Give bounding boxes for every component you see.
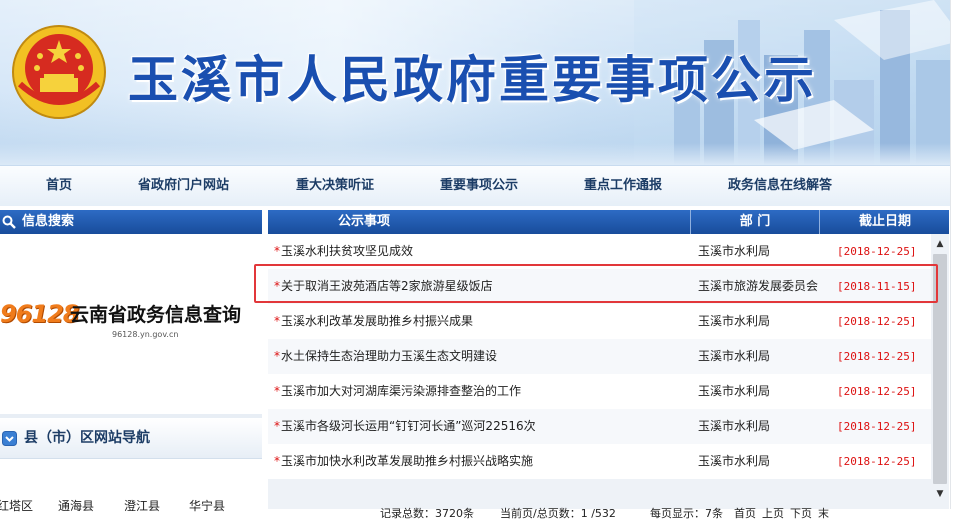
required-star: * — [274, 454, 280, 468]
logo-url: 96128.yn.gov.cn — [112, 330, 179, 339]
notice-date: [2018-12-25] — [837, 315, 917, 328]
site-banner: 玉溪市人民政府重要事项公示 — [0, 0, 964, 165]
yn-gov-info-query-link[interactable]: 96128 云南省政务信息查询 96128.yn.gov.cn — [0, 300, 262, 350]
table-row: * 玉溪市各级河长运用“钉钉河长通”巡河22516次 玉溪市水利局 [2018-… — [268, 409, 931, 444]
nav-item-public-notice[interactable]: 重要事项公示 — [440, 166, 518, 206]
nav-item-provincial-portal[interactable]: 省政府门户网站 — [138, 166, 229, 206]
notice-date: [2018-12-25] — [837, 455, 917, 468]
notice-date: [2018-12-25] — [837, 385, 917, 398]
notice-date: [2018-12-25] — [837, 350, 917, 363]
table-row: * 玉溪市加大对河湖库渠污染源排查整治的工作 玉溪市水利局 [2018-12-2… — [268, 374, 931, 409]
nav-item-online-answers[interactable]: 政务信息在线解答 — [728, 166, 832, 206]
notice-dept: 玉溪市水利局 — [698, 419, 771, 433]
notice-date: [2018-12-25] — [837, 420, 917, 433]
county-nav-header: 县（市）区网站导航 — [0, 418, 262, 459]
county-link-huaning[interactable]: 华宁县 — [189, 497, 225, 514]
info-search-title: 信息搜索 — [22, 214, 75, 229]
table-row: * 水土保持生态治理助力玉溪生态文明建设 玉溪市水利局 [2018-12-25] — [268, 339, 931, 374]
pager-next-link[interactable]: 下页 — [790, 504, 812, 524]
pager-last-link[interactable]: 末 — [818, 504, 829, 524]
table-row: * 玉溪市加快水利改革发展助推乡村振兴战略实施 玉溪市水利局 [2018-12-… — [268, 444, 931, 479]
banner-title: 玉溪市人民政府重要事项公示 — [128, 50, 817, 109]
header-date: 截止日期 — [819, 210, 950, 234]
chevron-down-icon — [2, 431, 17, 446]
info-search-header: 信息搜索 — [0, 210, 262, 234]
left-sidebar: 信息搜索 96128 云南省政务信息查询 96128.yn.gov.cn 县（市… — [0, 210, 262, 513]
logo-name: 云南省政务信息查询 — [70, 304, 242, 326]
county-link-hongta[interactable]: 红塔区 — [0, 497, 33, 514]
pager-prev-link[interactable]: 上页 — [762, 504, 784, 524]
pager-page: 当前页/总页数：1 /532 — [500, 507, 616, 520]
search-icon — [2, 215, 16, 229]
pager-first-link[interactable]: 首页 — [734, 504, 756, 524]
national-emblem-icon — [12, 25, 106, 119]
notice-table-header: 公示事项 部 门 截止日期 — [268, 210, 949, 234]
nav-item-decision-hearing[interactable]: 重大决策听证 — [296, 166, 374, 206]
notice-dept: 玉溪市水利局 — [698, 384, 771, 398]
notice-dept: 玉溪市水利局 — [698, 314, 771, 328]
logo-number: 96128 — [0, 300, 79, 328]
banner-fade — [0, 143, 964, 165]
required-star: * — [274, 314, 280, 328]
notice-dept: 玉溪市水利局 — [698, 349, 771, 363]
notice-title-link[interactable]: 玉溪市各级河长运用“钉钉河长通”巡河22516次 — [281, 409, 536, 444]
main-nav: 首页 省政府门户网站 重大决策听证 重要事项公示 重点工作通报 政务信息在线解答 — [0, 165, 964, 207]
notice-title-link[interactable]: 玉溪水利改革发展助推乡村振兴成果 — [281, 304, 473, 339]
scroll-down-icon[interactable]: ▼ — [931, 486, 949, 502]
table-row: * 玉溪水利改革发展助推乡村振兴成果 玉溪市水利局 [2018-12-25] — [268, 304, 931, 339]
highlight-box — [254, 264, 938, 303]
scroll-up-icon[interactable]: ▲ — [931, 236, 949, 252]
window-edge — [950, 0, 964, 509]
pagination-bar: 记录总数：3720条 当前页/总页数：1 /532 每页显示：7条 首页 上页 … — [268, 504, 931, 524]
pager-per-page: 每页显示：7条 — [650, 507, 723, 520]
header-title: 公示事项 — [337, 214, 390, 229]
county-link-tonghai[interactable]: 通海县 — [58, 497, 94, 514]
notice-title-link[interactable]: 水土保持生态治理助力玉溪生态文明建设 — [281, 339, 497, 374]
nav-item-work-report[interactable]: 重点工作通报 — [584, 166, 662, 206]
nav-item-home[interactable]: 首页 — [46, 166, 72, 206]
header-dept: 部 门 — [690, 210, 819, 234]
notice-title-link[interactable]: 玉溪市加快水利改革发展助推乡村振兴战略实施 — [281, 444, 533, 479]
notice-panel: 公示事项 部 门 截止日期 * 玉溪水利扶贫攻坚见成效 玉溪市水利局 [2018… — [268, 210, 949, 520]
required-star: * — [274, 419, 280, 433]
required-star: * — [274, 384, 280, 398]
county-link-chengjiang[interactable]: 澄江县 — [124, 497, 160, 514]
pager-total: 记录总数：3720条 — [380, 507, 474, 520]
county-nav-title: 县（市）区网站导航 — [24, 430, 150, 446]
notice-dept: 玉溪市水利局 — [698, 454, 771, 468]
notice-title-link[interactable]: 玉溪市加大对河湖库渠污染源排查整治的工作 — [281, 374, 521, 409]
required-star: * — [274, 349, 280, 363]
